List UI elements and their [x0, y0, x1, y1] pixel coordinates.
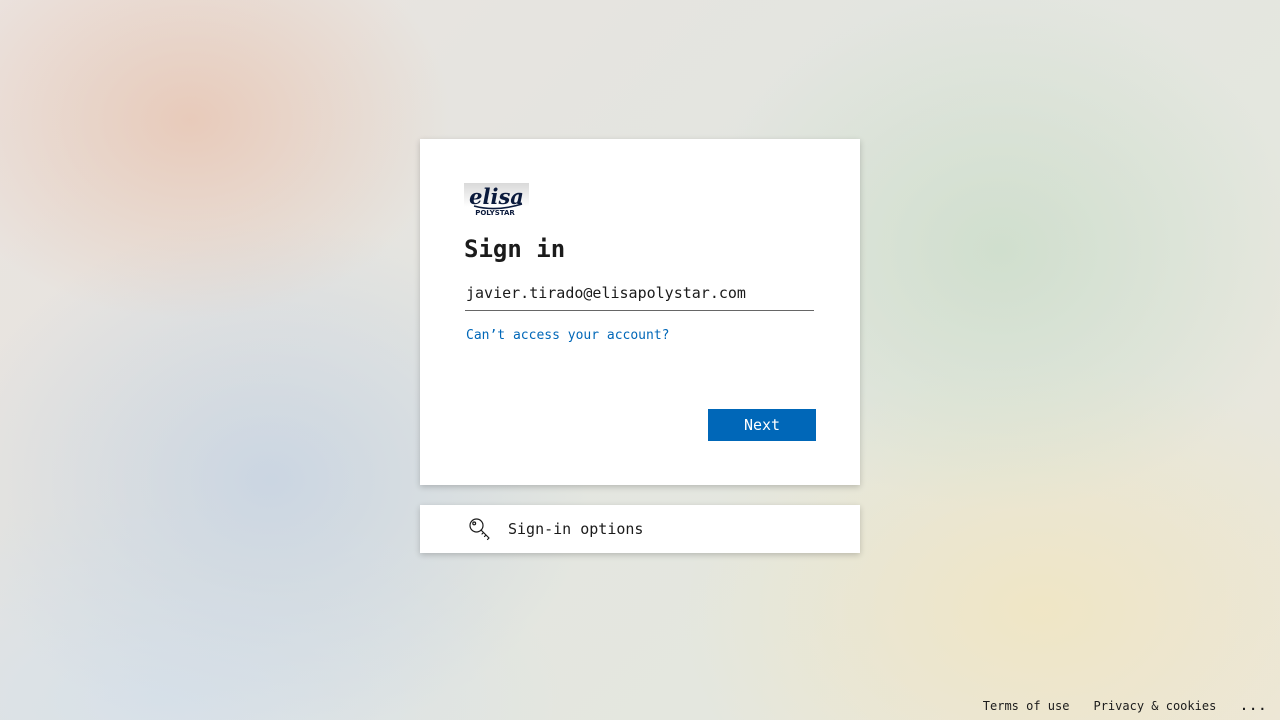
- sign-in-options-button[interactable]: Sign-in options: [420, 505, 860, 553]
- terms-of-use-link[interactable]: Terms of use: [983, 699, 1070, 713]
- privacy-cookies-link[interactable]: Privacy & cookies: [1093, 699, 1216, 713]
- logo-subtext: POLYSTAR: [475, 209, 515, 217]
- more-options-button[interactable]: ...: [1240, 699, 1268, 713]
- company-logo: elisa POLYSTAR: [464, 183, 529, 217]
- email-field[interactable]: [465, 279, 814, 311]
- next-button[interactable]: Next: [708, 409, 816, 441]
- key-icon: [468, 517, 492, 541]
- cant-access-account-link[interactable]: Can’t access your account?: [466, 327, 670, 345]
- sign-in-card: elisa POLYSTAR Sign in Can’t access your…: [420, 139, 860, 485]
- sign-in-options-label: Sign-in options: [508, 520, 644, 538]
- page-title: Sign in: [464, 235, 566, 263]
- footer: Terms of use Privacy & cookies ...: [983, 692, 1280, 720]
